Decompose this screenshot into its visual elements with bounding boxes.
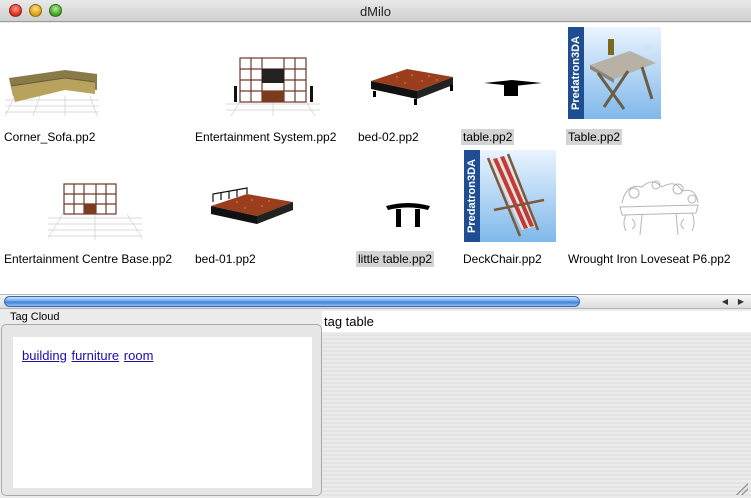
resize-grip-icon[interactable] (736, 483, 748, 495)
grid-item-label: Table.pp2 (566, 129, 623, 145)
scroll-right-arrow-icon[interactable]: ▶ (734, 296, 748, 307)
query-results-area (322, 332, 751, 498)
deckchair-thumbnail: Predatron3DA (464, 150, 556, 242)
tag-link-furniture[interactable]: furniture (71, 348, 119, 363)
title-bar: dMilo (0, 0, 751, 22)
tag-cloud-panel: building furniture room (1, 324, 322, 496)
grid-item-label: Corner_Sofa.pp2 (4, 130, 96, 144)
grid-item-label: bed-02.pp2 (358, 130, 419, 144)
grid-item-label: DeckChair.pp2 (463, 252, 542, 266)
query-text[interactable]: tag table (322, 311, 751, 332)
entertainment-system-thumbnail (226, 56, 320, 116)
query-panel: tag table (322, 311, 751, 498)
grid-item-label: Wrought Iron Loveseat P6.pp2 (568, 252, 731, 266)
predatron-table-thumbnail: Predatron3DA (568, 27, 661, 119)
grid-item-label: little table.pp2 (356, 251, 435, 267)
little-table-thumbnail (384, 200, 432, 230)
tag-cloud-title: Tag Cloud (10, 311, 60, 323)
grid-item-label: Entertainment Centre Base.pp2 (4, 252, 173, 266)
grid-item-label: Entertainment System.pp2 (195, 130, 337, 144)
scroll-left-arrow-icon[interactable]: ◀ (718, 296, 732, 307)
window-title: dMilo (359, 4, 392, 19)
predatron-logo: Predatron3DA (570, 36, 582, 110)
corner-sofa-thumbnail (5, 56, 99, 116)
scrollbar-thumb[interactable] (4, 296, 580, 307)
grid-item-label: bed-01.pp2 (195, 252, 256, 266)
tag-list: building furniture room (22, 348, 154, 363)
grid-item-label: table.pp2 (461, 129, 515, 145)
tag-cloud-content: building furniture room (13, 337, 312, 488)
entertainment-base-thumbnail (48, 180, 142, 240)
tag-link-room[interactable]: room (124, 348, 154, 363)
bed-02-thumbnail (367, 61, 455, 105)
horizontal-scrollbar[interactable]: ◀ ▶ (0, 294, 751, 309)
bed-01-thumbnail (207, 186, 295, 230)
table-thumbnail (482, 75, 544, 97)
tag-link-building[interactable]: building (22, 348, 67, 363)
predatron-logo: Predatron3DA (466, 159, 478, 233)
model-browser: Corner_Sofa.pp2 Entertainment System.pp2 (0, 23, 751, 294)
loveseat-thumbnail (612, 173, 706, 243)
